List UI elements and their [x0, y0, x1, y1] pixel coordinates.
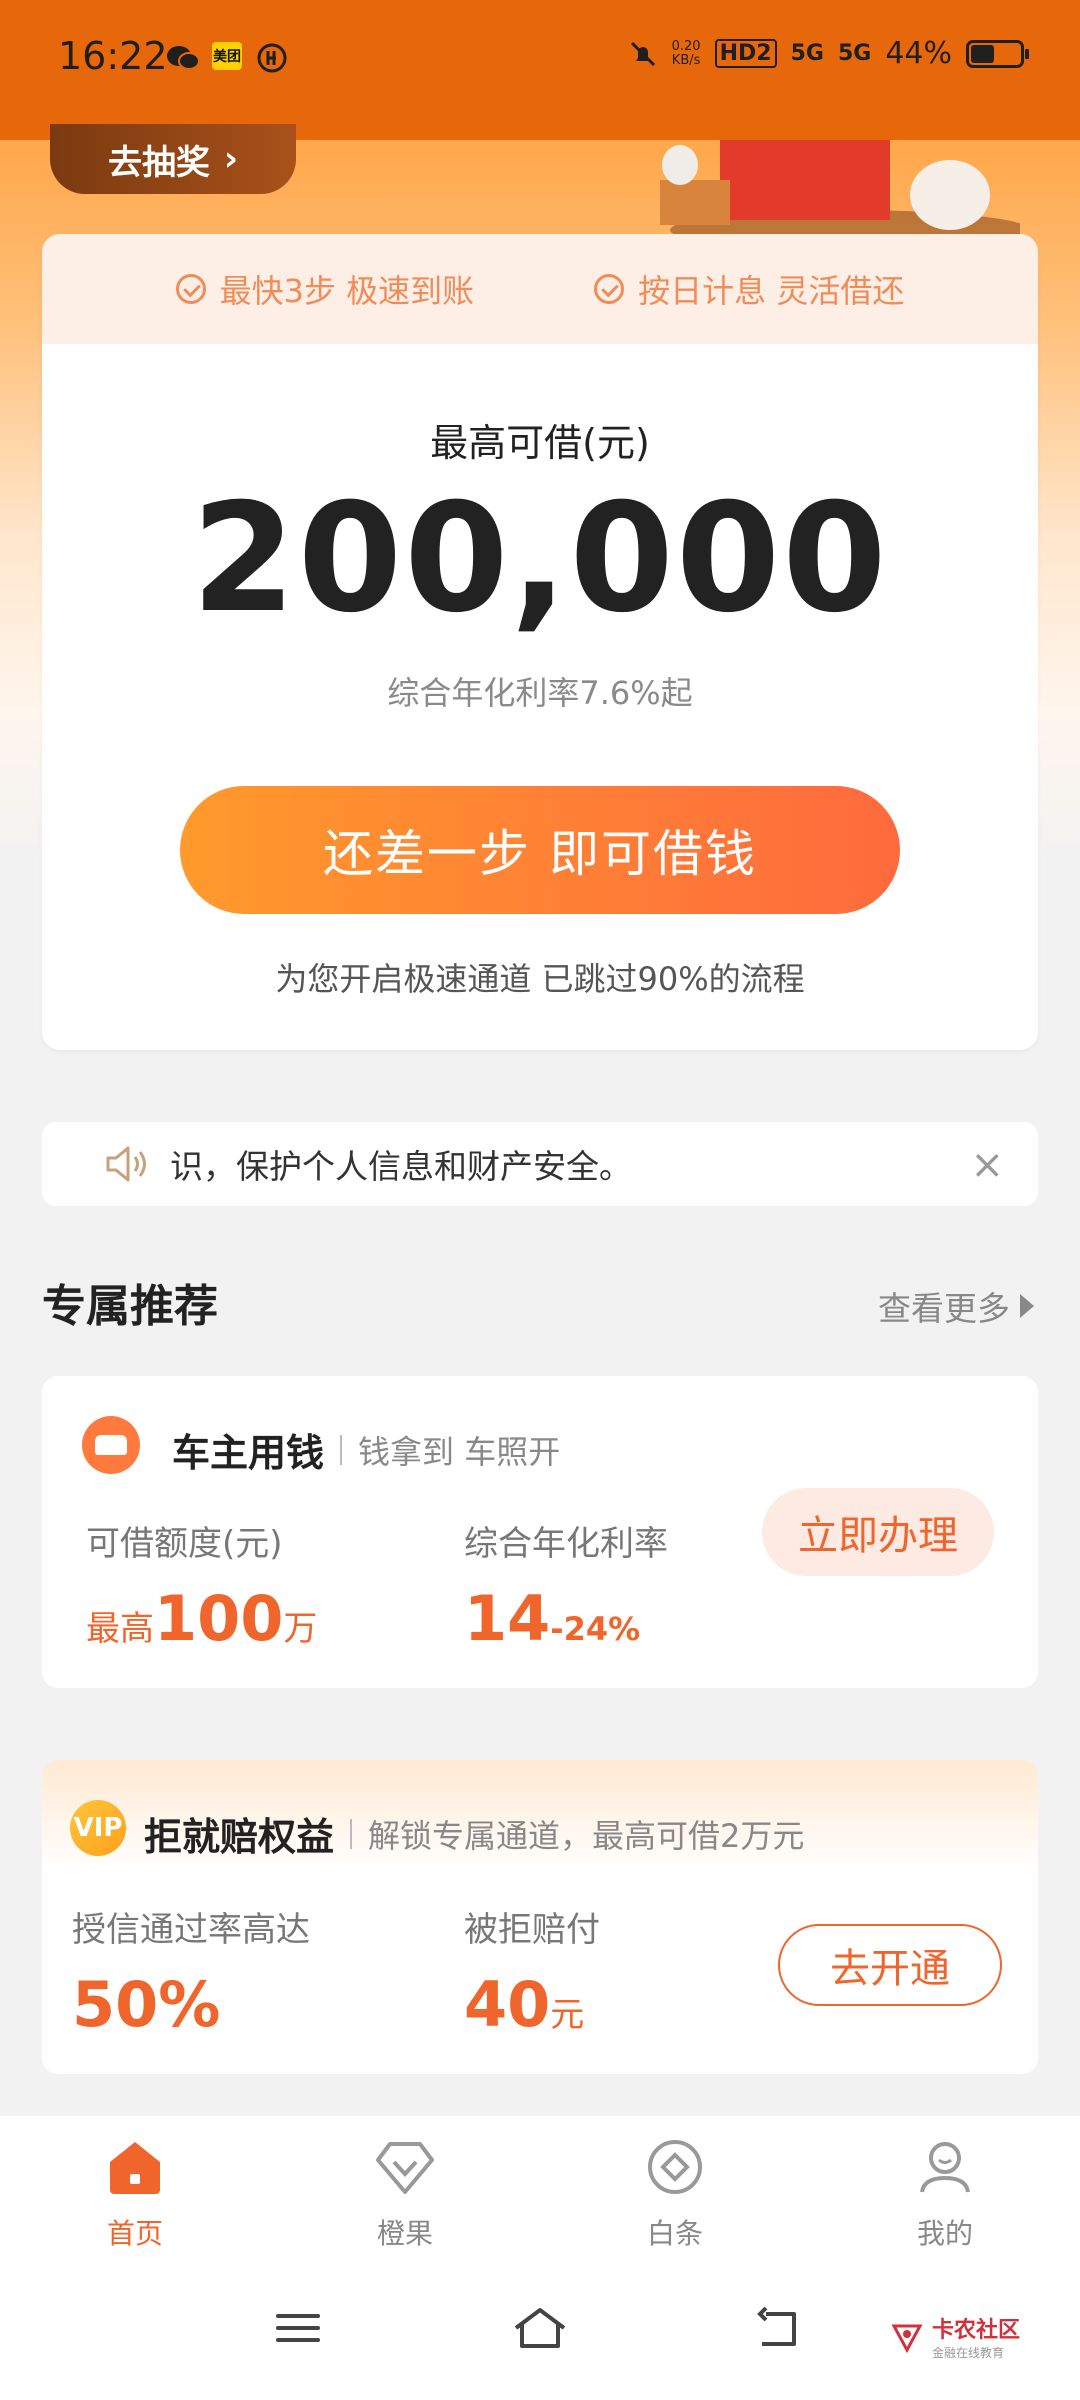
- notice-bar[interactable]: 识，保护个人信息和财产安全。 ×: [42, 1122, 1038, 1206]
- nav-item-mine[interactable]: 我的: [810, 2116, 1080, 2272]
- lottery-button[interactable]: 去抽奖 ›: [50, 124, 296, 194]
- value-unit: 万: [283, 1609, 318, 1649]
- meituan-icon: 美团: [212, 42, 242, 70]
- chevron-right-icon: ›: [223, 139, 238, 179]
- status-right: 0.20 KB/s HD2 5G 5G 44%: [628, 36, 1029, 71]
- nav-label: 我的: [916, 2217, 973, 2250]
- back-icon[interactable]: [752, 2302, 804, 2354]
- compensation-value: 40 元: [464, 1968, 584, 2041]
- product-title: 车主用钱: [172, 1431, 325, 1475]
- value-number: 100: [154, 1582, 284, 1655]
- nav-label: 白条: [646, 2217, 703, 2250]
- mute-icon: [630, 41, 655, 66]
- notice-text: 识，保护个人信息和财产安全。: [170, 1147, 632, 1186]
- divider: [350, 1818, 353, 1849]
- coin-icon: [648, 2140, 702, 2194]
- approval-rate-label: 授信通过率高达: [72, 1910, 310, 1950]
- feature-item: 按日计息 灵活借还: [594, 266, 904, 312]
- hd-icon: HD2: [714, 39, 777, 68]
- annual-rate-label: 综合年化利率: [464, 1524, 668, 1564]
- see-more-label: 查看更多: [878, 1289, 1010, 1328]
- see-more-link[interactable]: 查看更多: [878, 1282, 1034, 1330]
- watermark-subtitle: 金融在线教育: [931, 2346, 1004, 2360]
- value-number: 14: [464, 1582, 551, 1655]
- value-unit: 元: [550, 1995, 585, 2035]
- home-icon: [110, 2142, 160, 2194]
- borrow-cta-button[interactable]: 还差一步 即可借钱: [180, 786, 900, 914]
- home-nav-icon[interactable]: [510, 2302, 570, 2354]
- speaker-icon: [106, 1146, 146, 1182]
- diamond-icon: [376, 2142, 434, 2194]
- max-loan-amount: 200,000: [191, 472, 889, 646]
- interest-rate-text: 综合年化利率7.6%起: [387, 674, 693, 712]
- signal-icon-2: 5G: [837, 41, 872, 66]
- section-title: 专属推荐: [42, 1281, 218, 1332]
- feature-strip: 最快3步 极速到账 按日计息 灵活借还: [42, 234, 1038, 344]
- value-suffix: -24%: [550, 1610, 641, 1648]
- check-circle-icon: [594, 274, 625, 304]
- lottery-label: 去抽奖: [107, 142, 210, 183]
- apply-now-button[interactable]: 立即办理: [762, 1488, 994, 1576]
- watermark-title: 卡农社区: [931, 2318, 1020, 2343]
- kanong-logo-icon: [891, 2324, 923, 2353]
- vip-icon: VIP: [70, 1800, 126, 1856]
- compensation-label: 被拒赔付: [464, 1910, 600, 1950]
- loan-card: 最快3步 极速到账 按日计息 灵活借还 最高可借(元) 200,000 综合年化…: [42, 234, 1038, 1050]
- battery-percent: 44%: [885, 36, 952, 71]
- value-prefix: 最高: [86, 1609, 154, 1649]
- product-header: 车主用钱 钱拿到 车照开: [172, 1422, 560, 1477]
- fast-track-note: 为您开启极速通道 已跳过90%的流程: [275, 960, 805, 998]
- system-nav-bar: 卡农社区 金融在线教育: [0, 2272, 1080, 2400]
- nav-label: 首页: [106, 2217, 163, 2250]
- product-subtitle: 解锁专属通道，最高可借2万元: [368, 1816, 805, 1855]
- feature-item: 最快3步 极速到账: [175, 266, 475, 312]
- value-number: 40: [464, 1968, 551, 2041]
- max-loan-label: 最高可借(元): [430, 421, 650, 465]
- wechat-icon: [167, 46, 200, 70]
- status-time: 16:22: [58, 34, 168, 78]
- product-subtitle: 钱拿到 车照开: [358, 1432, 561, 1471]
- check-circle-icon: [175, 274, 206, 304]
- net-speed: 0.20 KB/s: [671, 38, 701, 68]
- watermark-logo: 卡农社区 金融在线教育: [890, 2312, 1020, 2361]
- annual-rate-value: 14 -24%: [464, 1582, 640, 1655]
- nav-item-chengguo[interactable]: 橙果: [270, 2116, 540, 2272]
- product-card-vip[interactable]: VIP 拒就赔权益 解锁专属通道，最高可借2万元 授信通过率高达 50% 被拒赔…: [42, 1760, 1038, 2074]
- bottom-nav: 首页 橙果 白条 我的: [0, 2116, 1080, 2272]
- app-icon: [257, 43, 287, 73]
- signal-icon: 5G: [790, 41, 824, 66]
- feature-label: 最快3步 极速到账: [219, 272, 475, 310]
- nav-item-home[interactable]: 首页: [0, 2116, 270, 2272]
- approval-rate-value: 50%: [72, 1968, 221, 2041]
- user-icon: [920, 2142, 970, 2193]
- product-card-car-loan[interactable]: 车主用钱 钱拿到 车照开 可借额度(元) 最高 100 万 综合年化利率 14 …: [42, 1376, 1038, 1688]
- gift-decoration-image: [660, 140, 1020, 240]
- product-title: 拒就赔权益: [144, 1815, 335, 1859]
- credit-limit-value: 最高 100 万: [86, 1582, 317, 1655]
- nav-item-baitiao[interactable]: 白条: [540, 2116, 810, 2272]
- menu-icon[interactable]: [272, 2302, 324, 2354]
- car-icon: [82, 1416, 140, 1474]
- triangle-right-icon: [1020, 1294, 1034, 1318]
- credit-limit-label: 可借额度(元): [86, 1524, 283, 1564]
- close-icon[interactable]: ×: [970, 1142, 1004, 1188]
- divider: [340, 1434, 343, 1465]
- activate-button[interactable]: 去开通: [778, 1924, 1002, 2006]
- feature-label: 按日计息 灵活借还: [638, 272, 905, 310]
- status-bar: 16:22 美团 0.20 KB/s HD2 5G 5G 44%: [0, 0, 1080, 140]
- product-header: 拒就赔权益 解锁专属通道，最高可借2万元: [144, 1806, 804, 1861]
- battery-icon: [966, 39, 1029, 68]
- nav-label: 橙果: [376, 2217, 433, 2250]
